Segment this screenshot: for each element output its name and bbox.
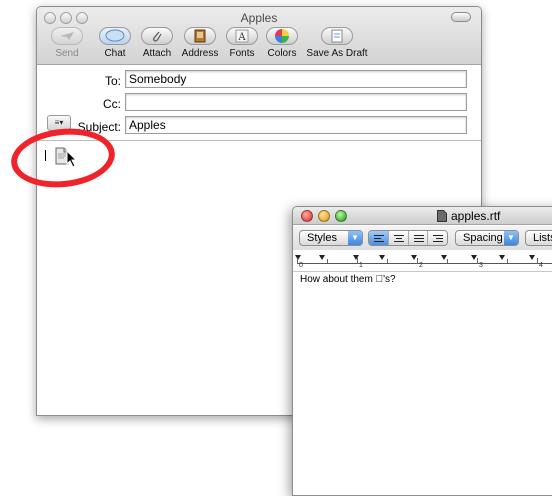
to-field[interactable] <box>125 70 467 88</box>
draft-icon <box>321 27 353 45</box>
save-as-draft-button[interactable]: Save As Draft <box>305 27 369 63</box>
align-center-button[interactable] <box>388 231 409 245</box>
cc-field[interactable] <box>125 93 467 111</box>
paperclip-icon <box>141 27 173 45</box>
justify-button[interactable] <box>408 231 429 245</box>
rtf-document-icon <box>437 210 447 222</box>
ruler-number: 4 <box>539 262 543 269</box>
colors-button[interactable]: Colors <box>263 27 301 63</box>
ruler-number: 1 <box>359 262 363 269</box>
styles-popup[interactable]: Styles ▼ <box>299 230 363 246</box>
toolbar-toggle-button[interactable] <box>451 12 471 22</box>
tab-stop-marker[interactable] <box>295 255 301 260</box>
alignment-control <box>368 230 448 246</box>
align-left-button[interactable] <box>369 231 389 245</box>
to-label: To: <box>104 74 121 88</box>
tab-stop-marker[interactable] <box>319 255 325 260</box>
ruler-number: 2 <box>419 262 423 269</box>
minimize-button[interactable] <box>318 210 330 222</box>
close-button[interactable] <box>301 210 313 222</box>
zoom-button[interactable] <box>335 210 347 222</box>
lists-popup[interactable]: Lists <box>525 230 552 246</box>
window-title: Apples <box>240 11 278 25</box>
send-button[interactable]: Send <box>47 27 87 63</box>
cc-label: Cc: <box>103 97 121 111</box>
address-book-icon <box>184 27 216 45</box>
mail-titlebar: Apples Send Chat Attach Address A Fonts … <box>37 7 481 65</box>
arrow-cursor-icon <box>66 149 78 171</box>
fonts-button[interactable]: A Fonts <box>225 27 259 63</box>
subject-field[interactable] <box>125 116 467 134</box>
send-icon <box>51 27 83 45</box>
popup-arrow-icon: ▼ <box>348 231 362 245</box>
chat-button[interactable]: Chat <box>97 27 133 63</box>
textedit-window: apples.rtf Styles ▼ Spacing ▼ List 0 1 2… <box>292 206 552 496</box>
window-title: apples.rtf <box>451 209 501 223</box>
document-text[interactable]: How about them 's? <box>300 274 396 285</box>
format-toolbar: Styles ▼ Spacing ▼ Lists <box>293 226 552 250</box>
svg-text:A: A <box>237 32 246 43</box>
chat-icon <box>99 27 131 45</box>
address-button[interactable]: Address <box>178 27 222 63</box>
tab-stop-marker[interactable] <box>379 255 385 260</box>
align-right-button[interactable] <box>428 231 447 245</box>
ruler-number: 3 <box>479 262 483 269</box>
tab-stop-marker[interactable] <box>353 255 359 260</box>
spacing-popup[interactable]: Spacing ▼ <box>455 230 519 246</box>
ruler-baseline <box>297 263 552 264</box>
popup-arrow-icon: ▼ <box>504 231 518 245</box>
tab-stop-marker[interactable] <box>499 255 505 260</box>
fonts-icon: A <box>226 27 258 45</box>
ruler-number: 0 <box>299 262 303 269</box>
ruler[interactable]: 0 1 2 3 4 <box>293 250 552 272</box>
textedit-titlebar: apples.rtf <box>293 207 552 225</box>
tab-stop-marker[interactable] <box>529 255 535 260</box>
color-wheel-icon <box>266 27 298 45</box>
attach-button[interactable]: Attach <box>138 27 176 63</box>
